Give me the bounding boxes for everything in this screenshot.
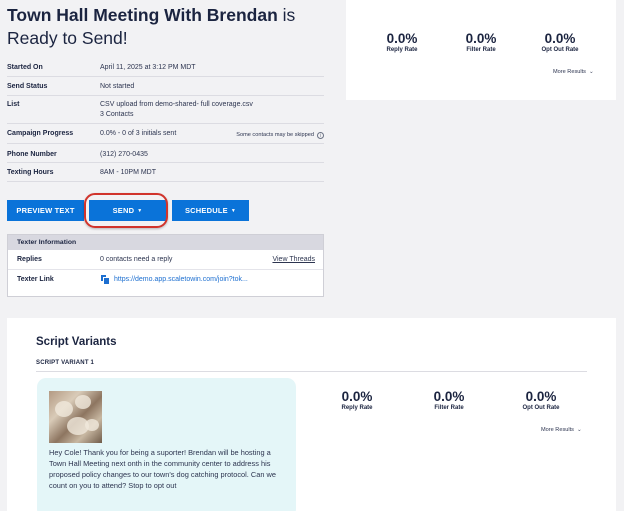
more-results-button[interactable]: More Results ⌄	[553, 69, 594, 75]
chevron-down-icon: ⌄	[576, 427, 582, 433]
chevron-down-icon: ⌄	[588, 69, 594, 75]
opt-out-rate-value: 0.0%	[525, 389, 557, 404]
replies-label: Replies	[17, 256, 42, 263]
preview-text-label: PREVIEW TEXT	[16, 206, 75, 215]
detail-value: April 11, 2025 at 3:12 PM MDT	[100, 64, 196, 71]
opt-out-rate-value: 0.0%	[544, 31, 576, 46]
variant-more-results-button[interactable]: More Results ⌄	[541, 427, 582, 433]
script-variant-label: SCRIPT VARIANT 1	[36, 360, 95, 366]
filter-rate-stat: 0.0% Filter Rate	[446, 31, 516, 53]
detail-row-progress: Campaign Progress 0.0% - 0 of 3 initials…	[7, 124, 324, 144]
detail-row-hours: Texting Hours 8AM - 10PM MDT	[7, 163, 324, 182]
campaign-name: Town Hall Meeting With Brendan	[7, 5, 278, 25]
texter-header: Texter Information	[8, 235, 323, 250]
reply-rate-value: 0.0%	[386, 31, 418, 46]
detail-value: 0.0% - 0 of 3 initials sent	[100, 130, 177, 137]
filter-rate-value: 0.0%	[433, 389, 465, 404]
detail-label: Send Status	[7, 83, 48, 90]
variant-filter-rate-stat: 0.0% Filter Rate	[414, 389, 484, 411]
variant-reply-rate-stat: 0.0% Reply Rate	[322, 389, 392, 411]
campaign-details: Started On April 11, 2025 at 3:12 PM MDT…	[7, 58, 324, 182]
opt-out-rate-label: Opt Out Rate	[522, 405, 560, 411]
message-image	[49, 391, 102, 443]
detail-value: Not started	[100, 83, 135, 90]
detail-row-send-status: Send Status Not started	[7, 77, 324, 96]
message-text: Hey Cole! Thank you for being a suporter…	[49, 448, 276, 491]
preview-text-button[interactable]: PREVIEW TEXT	[7, 200, 84, 221]
variant-opt-out-rate-stat: 0.0% Opt Out Rate	[506, 389, 576, 411]
reply-rate-label: Reply Rate	[386, 47, 418, 53]
reply-rate-value: 0.0%	[341, 389, 373, 404]
detail-label: Texting Hours	[7, 169, 54, 176]
texter-link-label: Texter Link	[17, 276, 54, 283]
page-title: Town Hall Meeting With Brendan is Ready …	[7, 4, 337, 50]
detail-value: 8AM - 10PM MDT	[100, 169, 157, 176]
opt-out-rate-label: Opt Out Rate	[541, 47, 579, 53]
more-results-label: More Results	[541, 427, 574, 433]
filter-rate-label: Filter Rate	[466, 47, 496, 53]
view-threads-link[interactable]: View Threads	[272, 256, 315, 263]
campaign-stats-card: 0.0% Reply Rate 0.0% Filter Rate 0.0% Op…	[346, 0, 616, 100]
reply-rate-label: Reply Rate	[341, 405, 373, 411]
texter-information-panel: Texter Information Replies 0 contacts ne…	[7, 234, 324, 297]
schedule-button[interactable]: SCHEDULE ▼	[172, 200, 249, 221]
detail-row-list: List CSV upload from demo-shared- full c…	[7, 96, 324, 124]
send-highlight-annotation	[84, 193, 168, 228]
chevron-down-icon: ▼	[230, 207, 236, 214]
opt-out-rate-stat: 0.0% Opt Out Rate	[525, 31, 595, 53]
texter-link-url[interactable]: https://demo.app.scaletowin.com/join?tok…	[114, 276, 248, 283]
texter-link[interactable]: https://demo.app.scaletowin.com/join?tok…	[101, 275, 248, 284]
texter-row-replies: Replies 0 contacts need a reply View Thr…	[8, 250, 323, 270]
skip-note-text: Some contacts may be skipped	[236, 132, 314, 138]
filter-rate-value: 0.0%	[465, 31, 497, 46]
skip-note: Some contacts may be skipped i	[236, 130, 324, 140]
detail-label: Started On	[7, 64, 43, 71]
script-variants-title: Script Variants	[36, 336, 117, 348]
detail-value: (312) 270-0435	[100, 151, 148, 158]
detail-label: Campaign Progress	[7, 130, 74, 137]
divider	[36, 371, 587, 372]
reply-rate-stat: 0.0% Reply Rate	[367, 31, 437, 53]
info-icon[interactable]: i	[317, 131, 324, 139]
replies-value: 0 contacts need a reply	[100, 256, 173, 263]
detail-row-started: Started On April 11, 2025 at 3:12 PM MDT	[7, 58, 324, 77]
more-results-label: More Results	[553, 69, 586, 75]
detail-value: CSV upload from demo-shared- full covera…	[100, 101, 253, 108]
detail-value-contacts: 3 Contacts	[100, 111, 134, 118]
detail-label: List	[7, 101, 20, 108]
texter-row-link: Texter Link https://demo.app.scaletowin.…	[8, 270, 323, 290]
detail-row-phone: Phone Number (312) 270-0435	[7, 144, 324, 163]
schedule-label: SCHEDULE	[184, 206, 228, 215]
detail-label: Phone Number	[7, 151, 57, 158]
copy-icon[interactable]	[101, 275, 109, 284]
filter-rate-label: Filter Rate	[434, 405, 464, 411]
